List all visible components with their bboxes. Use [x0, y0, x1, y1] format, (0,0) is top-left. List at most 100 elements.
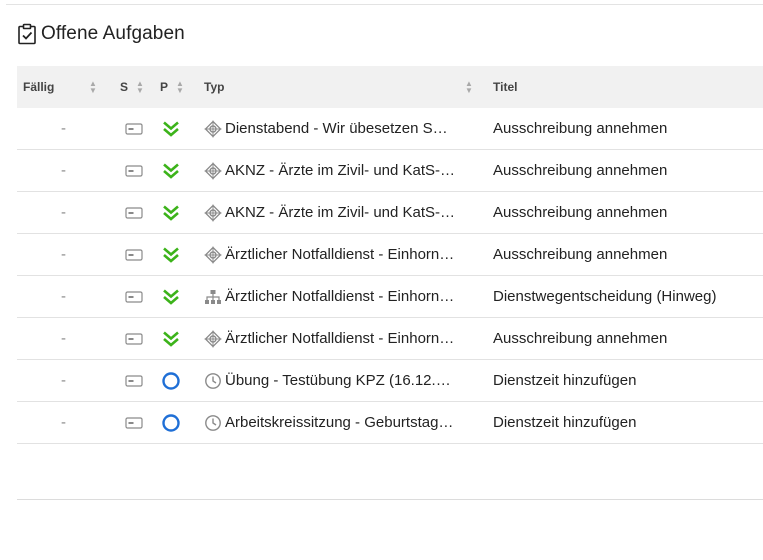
- sort-icon[interactable]: ▲ ▼: [465, 80, 473, 95]
- header-label-titel: Titel: [493, 80, 518, 94]
- double-chevron-down-icon: [161, 204, 181, 222]
- type-cell[interactable]: Arbeitskreissitzung - Geburtstag…: [198, 402, 486, 443]
- column-header-typ[interactable]: Typ ▲ ▼: [198, 66, 486, 108]
- task-title: Ausschreibung annehmen: [493, 120, 668, 137]
- title-cell[interactable]: Dienstwegentscheidung (Hinweg): [486, 276, 763, 317]
- sort-icon[interactable]: ▲ ▼: [176, 80, 184, 95]
- title-cell[interactable]: Dienstzeit hinzufügen: [486, 402, 763, 443]
- type-cell[interactable]: AKNZ - Ärzte im Zivil- und KatS-…: [198, 150, 486, 191]
- panel-title: Offene Aufgaben: [41, 23, 185, 44]
- due-date-cell: -: [17, 276, 112, 317]
- task-type: Arbeitskreissitzung - Geburtstag…: [225, 414, 454, 431]
- tasks-table: Fällig ▲ ▼ S ▲ ▼ P ▲ ▼ Typ ▲ ▼ Titel - Dienst…: [17, 66, 763, 444]
- clock-icon: [204, 372, 222, 390]
- table-row[interactable]: - Übung - Testübung KPZ (16.12.… Dienstzei…: [17, 360, 763, 402]
- task-type: Ärztlicher Notfalldienst - Einhorn…: [225, 330, 455, 347]
- due-date: -: [61, 288, 66, 305]
- card-icon: [125, 248, 143, 261]
- table-body: - Dienstabend - Wir übesetzen S… Ausschrei…: [17, 108, 763, 444]
- due-date-cell: -: [17, 360, 112, 401]
- priority-cell: [155, 276, 198, 317]
- due-date: -: [61, 414, 66, 431]
- task-title: Ausschreibung annehmen: [493, 162, 668, 179]
- double-chevron-down-icon: [161, 246, 181, 264]
- status-cell: [112, 318, 155, 359]
- status-cell: [112, 192, 155, 233]
- type-cell[interactable]: Ärztlicher Notfalldienst - Einhorn…: [198, 318, 486, 359]
- hierarchy-icon: [204, 288, 222, 306]
- card-icon: [125, 416, 143, 429]
- due-date-cell: -: [17, 108, 112, 149]
- column-header-s[interactable]: S ▲ ▼: [112, 66, 155, 108]
- task-title: Ausschreibung annehmen: [493, 330, 668, 347]
- table-row[interactable]: - Ärztlicher Notfalldienst - Einhorn… Auss…: [17, 234, 763, 276]
- card-icon: [125, 206, 143, 219]
- table-row[interactable]: - AKNZ - Ärzte im Zivil- und KatS-… Aussch…: [17, 192, 763, 234]
- task-type: Übung - Testübung KPZ (16.12.…: [225, 372, 451, 389]
- status-cell: [112, 360, 155, 401]
- priority-cell: [155, 192, 198, 233]
- sort-icon[interactable]: ▲ ▼: [89, 80, 97, 95]
- status-cell: [112, 150, 155, 191]
- due-date-cell: -: [17, 234, 112, 275]
- panel-heading: Offene Aufgaben: [17, 21, 185, 47]
- target-icon: [204, 204, 222, 222]
- type-cell[interactable]: Ärztlicher Notfalldienst - Einhorn…: [198, 276, 486, 317]
- double-chevron-down-icon: [161, 288, 181, 306]
- clipboard-check-icon: [18, 23, 36, 45]
- task-title: Dienstzeit hinzufügen: [493, 372, 637, 389]
- due-date-cell: -: [17, 192, 112, 233]
- due-date: -: [61, 372, 66, 389]
- column-header-titel[interactable]: Titel: [486, 66, 763, 108]
- target-icon: [204, 246, 222, 264]
- title-cell[interactable]: Dienstzeit hinzufügen: [486, 360, 763, 401]
- clock-icon: [204, 414, 222, 432]
- table-row[interactable]: - Ärztlicher Notfalldienst - Einhorn… Dien…: [17, 276, 763, 318]
- table-row[interactable]: - Ärztlicher Notfalldienst - Einhorn… Auss…: [17, 318, 763, 360]
- task-title: Ausschreibung annehmen: [493, 246, 668, 263]
- double-chevron-down-icon: [161, 120, 181, 138]
- double-chevron-down-icon: [161, 330, 181, 348]
- task-type: Ärztlicher Notfalldienst - Einhorn…: [225, 246, 455, 263]
- type-cell[interactable]: AKNZ - Ärzte im Zivil- und KatS-…: [198, 192, 486, 233]
- column-header-p[interactable]: P ▲ ▼: [155, 66, 198, 108]
- priority-cell: [155, 318, 198, 359]
- priority-cell: [155, 234, 198, 275]
- priority-cell: [155, 150, 198, 191]
- header-label-faellig: Fällig: [23, 80, 55, 94]
- title-cell[interactable]: Ausschreibung annehmen: [486, 234, 763, 275]
- table-row[interactable]: - Dienstabend - Wir übesetzen S… Ausschrei…: [17, 108, 763, 150]
- title-cell[interactable]: Ausschreibung annehmen: [486, 150, 763, 191]
- task-type: AKNZ - Ärzte im Zivil- und KatS-…: [225, 162, 456, 179]
- target-icon: [204, 162, 222, 180]
- double-chevron-down-icon: [161, 162, 181, 180]
- card-icon: [125, 290, 143, 303]
- table-row[interactable]: - Arbeitskreissitzung - Geburtstag… Dienst…: [17, 402, 763, 444]
- circle-icon: [161, 371, 181, 391]
- task-type: Dienstabend - Wir übesetzen S…: [225, 120, 448, 137]
- header-label-typ: Typ: [204, 80, 225, 94]
- due-date-cell: -: [17, 402, 112, 443]
- due-date: -: [61, 246, 66, 263]
- type-cell[interactable]: Ärztlicher Notfalldienst - Einhorn…: [198, 234, 486, 275]
- target-icon: [204, 330, 222, 348]
- status-cell: [112, 108, 155, 149]
- due-date: -: [61, 330, 66, 347]
- task-type: AKNZ - Ärzte im Zivil- und KatS-…: [225, 204, 456, 221]
- header-label-p: P: [160, 80, 169, 94]
- title-cell[interactable]: Ausschreibung annehmen: [486, 192, 763, 233]
- table-header: Fällig ▲ ▼ S ▲ ▼ P ▲ ▼ Typ ▲ ▼ Titel: [17, 66, 763, 108]
- title-cell[interactable]: Ausschreibung annehmen: [486, 108, 763, 149]
- card-icon: [125, 122, 143, 135]
- type-cell[interactable]: Dienstabend - Wir übesetzen S…: [198, 108, 486, 149]
- task-type: Ärztlicher Notfalldienst - Einhorn…: [225, 288, 455, 305]
- column-header-faellig[interactable]: Fällig ▲ ▼: [17, 66, 112, 108]
- due-date: -: [61, 162, 66, 179]
- header-label-s: S: [120, 80, 129, 94]
- sort-icon[interactable]: ▲ ▼: [136, 80, 144, 95]
- type-cell[interactable]: Übung - Testübung KPZ (16.12.…: [198, 360, 486, 401]
- title-cell[interactable]: Ausschreibung annehmen: [486, 318, 763, 359]
- open-tasks-panel: Offene Aufgaben Fällig ▲ ▼ S ▲ ▼ P ▲ ▼ Typ …: [0, 0, 763, 560]
- priority-cell: [155, 108, 198, 149]
- table-row[interactable]: - AKNZ - Ärzte im Zivil- und KatS-… Aussch…: [17, 150, 763, 192]
